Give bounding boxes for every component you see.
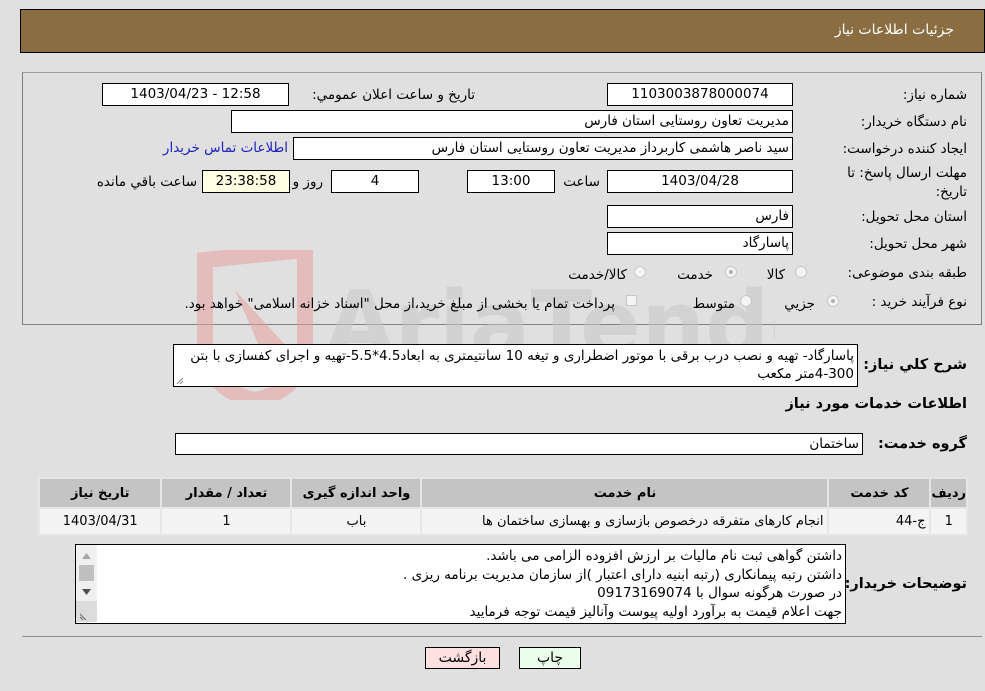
category-goods-service-radio[interactable]: [634, 266, 646, 278]
buyer-note-line: داشتن رتبه پيمانکاری (رتبه ابنيه دارای ا…: [402, 566, 842, 583]
days-remaining-field[interactable]: 4: [331, 170, 419, 193]
buyer-note-line: در صورت هرگونه سوال با 09173169074: [597, 585, 842, 601]
resize-grip-icon[interactable]: [175, 376, 183, 384]
notes-scrollbar[interactable]: [76, 545, 97, 622]
deadline-time-field[interactable]: 13:00: [467, 170, 555, 193]
buyer-notes-textarea[interactable]: داشتن گواهی ثبت نام ماليات بر ارزش افزود…: [75, 544, 846, 624]
col-row-number: رديف: [929, 477, 968, 509]
process-minor-radio[interactable]: [827, 295, 839, 307]
days-label: روز و: [292, 174, 323, 190]
cell-service-name: انجام کارهای متفرقه درخصوص بازسازی و بهس…: [420, 507, 830, 536]
creator-label: ايجاد کننده درخواست:: [842, 141, 967, 157]
buyer-org-label: نام دستگاه خريدار:: [860, 114, 967, 130]
scroll-down-icon[interactable]: [82, 589, 91, 595]
process-label: نوع فرآيند خريد :: [871, 294, 967, 310]
scroll-up-icon[interactable]: [82, 553, 91, 559]
category-service-radio[interactable]: [725, 266, 737, 278]
description-label: شرح کلي نياز:: [863, 357, 967, 373]
process-medium-label: متوسط: [692, 296, 735, 312]
category-label: طبقه بندی موضوعی:: [847, 265, 967, 281]
province-field[interactable]: فارس: [607, 205, 793, 228]
page-title: جزئيات اطلاعات نياز: [834, 22, 954, 38]
treasury-note: پرداخت تمام يا بخشی از مبلغ خريد،از محل …: [184, 296, 615, 312]
col-need-date: تاريخ نياز: [37, 477, 163, 509]
back-button[interactable]: بازگشت: [425, 647, 500, 669]
col-service-code: کد خدمت: [827, 477, 932, 509]
col-quantity: تعداد / مقدار: [160, 477, 293, 509]
city-field[interactable]: پاسارگاد: [607, 232, 793, 255]
services-table: رديف کد خدمت نام خدمت واحد اندازه گيری ت…: [37, 477, 968, 536]
cell-unit: باب: [290, 507, 423, 536]
deadline-label: مهلت ارسال پاسخ: تا تاريخ:: [847, 165, 967, 200]
category-goods-radio[interactable]: [795, 266, 807, 278]
announce-label: تاريخ و ساعت اعلان عمومي:: [312, 87, 475, 103]
col-unit: واحد اندازه گيری: [290, 477, 423, 509]
table-header-row: رديف کد خدمت نام خدمت واحد اندازه گيری ت…: [37, 477, 968, 509]
process-minor-label: جزيي: [784, 296, 815, 312]
province-label: استان محل تحويل:: [861, 209, 967, 225]
category-service-label: خدمت: [677, 267, 713, 283]
services-section-title: اطلاعات خدمات مورد نياز: [785, 396, 967, 412]
service-group-field[interactable]: ساختمان: [175, 433, 863, 455]
print-button[interactable]: چاپ: [519, 647, 581, 669]
announce-datetime-field[interactable]: 1403/04/23 - 12:58: [102, 83, 289, 106]
creator-field[interactable]: سيد ناصر هاشمی کاربرداز مديريت تعاون روس…: [293, 137, 793, 160]
cell-quantity: 1: [160, 507, 293, 536]
buyer-org-field[interactable]: مديريت تعاون روستايی استان فارس: [231, 110, 793, 133]
treasury-checkbox[interactable]: [626, 295, 637, 306]
remaining-label: ساعت باقي مانده: [96, 174, 197, 190]
need-number-field[interactable]: 1103003878000074: [607, 83, 793, 106]
divider: [22, 636, 982, 637]
buyer-note-line: داشتن گواهی ثبت نام ماليات بر ارزش افزود…: [486, 548, 842, 564]
remaining-time-field[interactable]: 23:38:58: [202, 170, 290, 193]
buyer-contact-link[interactable]: اطلاعات تماس خريدار: [163, 140, 288, 156]
need-number-label: شماره نياز:: [902, 87, 967, 103]
buyer-note-line: جهت اعلام قيمت به برآورد اوليه پيوست وآن…: [469, 603, 842, 620]
table-row[interactable]: 1 ج-44 انجام کارهای متفرقه درخصوص بازساز…: [37, 507, 968, 536]
process-medium-radio[interactable]: [740, 295, 752, 307]
col-service-name: نام خدمت: [420, 477, 830, 509]
buyer-notes-label: توضيحات خريدار:: [844, 576, 967, 592]
cell-service-code: ج-44: [827, 507, 932, 536]
resize-grip-icon[interactable]: [80, 612, 88, 620]
city-label: شهر محل تحويل:: [869, 236, 967, 252]
cell-need-date: 1403/04/31: [37, 507, 163, 536]
resize-corner[interactable]: [76, 601, 97, 622]
page-header: جزئيات اطلاعات نياز: [20, 9, 985, 53]
deadline-time-label: ساعت: [563, 174, 600, 190]
description-textarea[interactable]: پاسارگاد- تهيه و نصب درب برقی با موتور ا…: [173, 344, 858, 387]
category-goods-label: کالا: [766, 267, 785, 283]
cell-row-number: 1: [929, 507, 968, 536]
service-group-label: گروه خدمت:: [877, 436, 967, 452]
scroll-thumb[interactable]: [79, 565, 94, 581]
category-goods-service-label: کالا/خدمت: [568, 267, 627, 283]
deadline-date-field[interactable]: 1403/04/28: [607, 170, 793, 193]
